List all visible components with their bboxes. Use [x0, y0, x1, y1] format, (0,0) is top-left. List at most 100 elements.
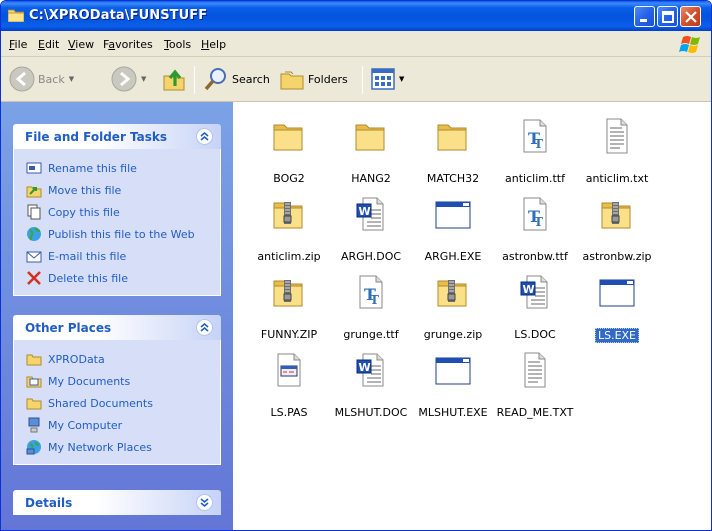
file-item[interactable]: LS.DOC [494, 272, 576, 341]
file-name: ARGH.DOC [340, 250, 402, 263]
menu-edit[interactable]: Edit [38, 38, 59, 51]
file-name: MLSHUT.DOC [334, 406, 408, 419]
task-copy[interactable]: Copy this file [26, 201, 220, 223]
maximize-button[interactable] [657, 6, 678, 27]
file-item[interactable]: READ_ME.TXT [494, 350, 576, 419]
email-icon [26, 251, 42, 263]
file-item[interactable]: grunge.zip [412, 272, 494, 341]
file-item[interactable]: astronbw.zip [576, 194, 658, 263]
menu-help[interactable]: Help [201, 38, 226, 51]
back-button[interactable]: Back ▼ [9, 66, 74, 92]
network-icon [26, 440, 41, 455]
move-icon [26, 186, 42, 198]
file-item[interactable]: LS.EXE [576, 272, 658, 343]
folder-icon [433, 116, 473, 156]
delete-x-icon [27, 271, 41, 285]
window-title: C:\XPROData\FUNSTUFF [29, 8, 208, 23]
other-places-list: XPROData My Documents Shared Documents M… [13, 340, 221, 465]
folders-button[interactable]: Folders [279, 66, 348, 92]
file-item[interactable]: astronbw.ttf [494, 194, 576, 263]
file-item[interactable]: anticlim.txt [576, 116, 658, 185]
task-rename[interactable]: Rename this file [26, 157, 220, 179]
forward-arrow-icon [111, 66, 137, 92]
file-item[interactable]: ARGH.EXE [412, 194, 494, 263]
task-pane: File and Folder Tasks Rename this file M… [1, 102, 233, 530]
font-file-icon [515, 116, 555, 156]
other-places-header[interactable]: Other Places [13, 315, 221, 340]
details-header[interactable]: Details [13, 490, 221, 515]
views-dropdown-icon[interactable]: ▼ [399, 75, 404, 83]
file-item[interactable]: BOG2 [248, 116, 330, 185]
font-file-icon [351, 272, 391, 312]
expand-chevron-icon[interactable] [196, 494, 213, 511]
search-label: Search [232, 72, 270, 86]
place-my-documents[interactable]: My Documents [26, 370, 220, 392]
globe-icon [27, 227, 41, 241]
panel-title: File and Folder Tasks [25, 130, 168, 144]
place-my-computer[interactable]: My Computer [26, 414, 220, 436]
file-item[interactable]: anticlim.ttf [494, 116, 576, 185]
file-name: grunge.ttf [343, 328, 399, 341]
toolbar-separator [194, 66, 195, 94]
file-item[interactable]: anticlim.zip [248, 194, 330, 263]
computer-icon [28, 417, 40, 433]
back-arrow-icon [9, 66, 35, 92]
close-button[interactable] [680, 6, 701, 27]
file-item[interactable]: grunge.ttf [330, 272, 412, 341]
file-item[interactable]: ARGH.DOC [330, 194, 412, 263]
collapse-chevron-icon[interactable] [196, 319, 213, 336]
forward-button[interactable]: ▼ [111, 66, 146, 92]
copy-icon [27, 204, 41, 220]
up-folder-icon [163, 69, 185, 91]
file-list-view[interactable]: BOG2 HANG2 MATCH32 anticlim.ttf anticlim.txt… [233, 102, 711, 530]
folder-icon [351, 116, 391, 156]
back-dropdown-icon[interactable]: ▼ [69, 75, 74, 83]
place-shared-documents[interactable]: Shared Documents [26, 392, 220, 414]
word-document-icon [351, 350, 391, 390]
task-delete[interactable]: Delete this file [26, 267, 220, 289]
back-label: Back [38, 72, 65, 86]
file-folder-tasks-header[interactable]: File and Folder Tasks [13, 124, 221, 149]
file-item[interactable]: MLSHUT.DOC [330, 350, 412, 419]
file-name: FUNNY.ZIP [260, 328, 318, 341]
other-places-panel: Other Places XPROData My Documents Share… [13, 315, 221, 465]
task-publish-web[interactable]: Publish this file to the Web [26, 223, 220, 245]
file-name: BOG2 [273, 172, 305, 185]
file-item[interactable]: MLSHUT.EXE [412, 350, 494, 419]
file-name: anticlim.txt [585, 172, 649, 185]
file-item[interactable]: MATCH32 [412, 116, 494, 185]
file-folder-tasks-panel: File and Folder Tasks Rename this file M… [13, 124, 221, 296]
place-xprodata[interactable]: XPROData [26, 348, 220, 370]
text-file-icon [597, 116, 637, 156]
word-document-icon [351, 194, 391, 234]
search-button[interactable]: Search [203, 66, 270, 92]
application-icon [433, 194, 473, 234]
task-email[interactable]: E-mail this file [26, 245, 220, 267]
search-icon [204, 68, 226, 91]
up-folder-button[interactable] [161, 66, 187, 92]
menu-view[interactable]: View [68, 38, 94, 51]
task-move[interactable]: Move this file [26, 179, 220, 201]
forward-dropdown-icon[interactable]: ▼ [141, 75, 146, 83]
title-bar[interactable]: C:\XPROData\FUNSTUFF [1, 1, 711, 31]
windows-logo-icon [679, 36, 700, 53]
file-name: LS.EXE [594, 328, 640, 343]
minimize-button[interactable] [634, 6, 655, 27]
file-item[interactable]: FUNNY.ZIP [248, 272, 330, 341]
views-button[interactable]: ▼ [371, 68, 404, 90]
folder-icon [8, 9, 24, 22]
menu-tools[interactable]: Tools [164, 38, 191, 51]
zip-folder-icon [269, 194, 309, 234]
menu-file[interactable]: File [9, 38, 27, 51]
file-item[interactable]: HANG2 [330, 116, 412, 185]
file-item[interactable]: LS.PAS [248, 350, 330, 419]
toolbar-separator [362, 66, 363, 94]
collapse-chevron-icon[interactable] [196, 128, 213, 145]
menu-favorites[interactable]: Favorites [103, 38, 153, 51]
maximize-icon [662, 11, 674, 23]
place-my-network-places[interactable]: My Network Places [26, 436, 220, 458]
word-document-icon [515, 272, 555, 312]
file-name: MLSHUT.EXE [418, 406, 488, 419]
zip-folder-icon [597, 194, 637, 234]
close-icon [685, 11, 697, 23]
